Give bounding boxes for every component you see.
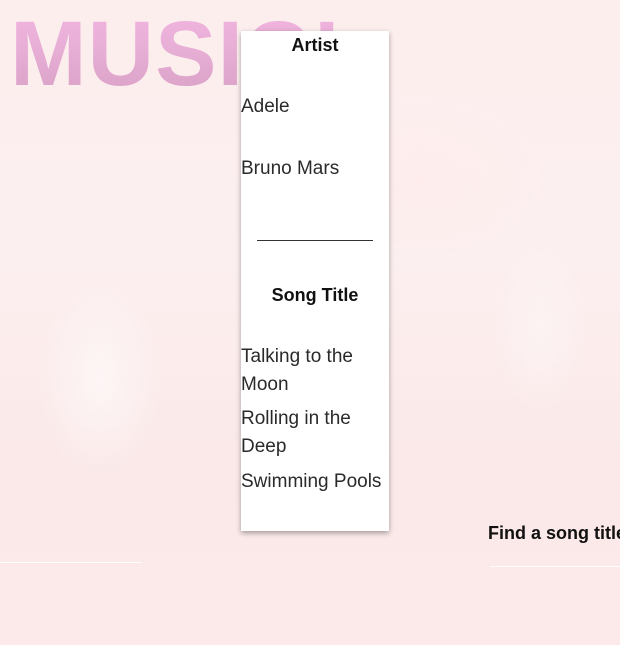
artist-item-bruno-mars: Bruno Mars <box>241 158 340 179</box>
song-item-talking-to-the-moon: Talking to the Moon <box>241 346 353 395</box>
song-title-column-heading: Song Title <box>271 285 359 305</box>
find-song-title-label: Find a song title <box>488 523 620 543</box>
artist-column-heading: Artist <box>291 35 339 55</box>
song-item-rolling-in-the-deep: Rolling in the Deep <box>241 408 351 457</box>
music-table-card: Artist Adele Bruno Mars Song Title Talki… <box>241 31 389 531</box>
search-field-underline[interactable] <box>490 566 620 567</box>
decorative-rule-left <box>0 562 142 563</box>
section-divider <box>257 240 373 241</box>
song-item-swimming-pools: Swimming Pools <box>241 471 382 492</box>
artist-item-adele: Adele <box>241 96 290 117</box>
